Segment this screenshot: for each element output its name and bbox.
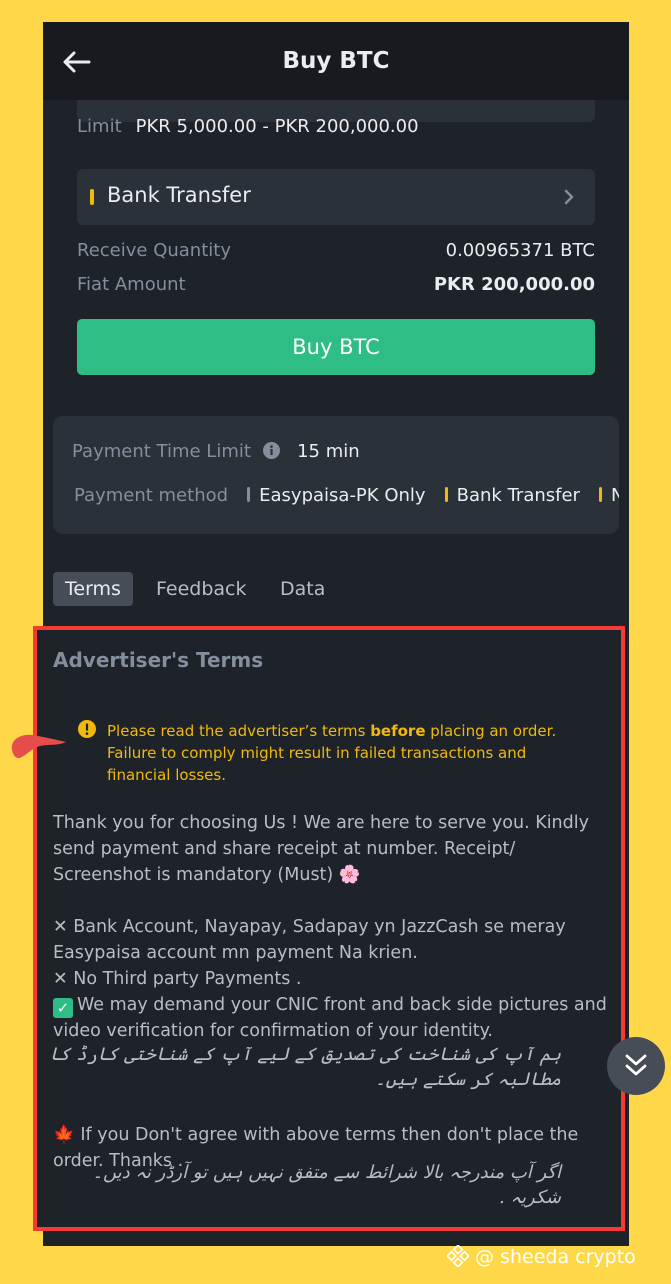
payment-method-chip: Easypaisa-PK Only xyxy=(247,485,426,506)
payment-time-limit-label: Payment Time Limit xyxy=(72,441,251,462)
red-marker-annotation xyxy=(11,734,66,759)
terms-warning: Please read the advertiser’s terms befor… xyxy=(107,722,557,784)
terms-paragraph-rules: ✕ Bank Account, Nayapay, Sadapay yn Jazz… xyxy=(53,914,608,1044)
ad-info-card: Payment Time Limit 15 min Payment method… xyxy=(53,416,619,534)
payment-method-selector[interactable]: Bank Transfer xyxy=(77,169,595,225)
payment-time-limit-value: 15 min xyxy=(297,441,360,462)
terms-urdu-disagree: اگر آپ مندرجہ بالا شرائط سے متفق نہیں ہی… xyxy=(92,1162,561,1208)
terms-paragraph-intro: Thank you for choosing Us ! We are here … xyxy=(53,813,589,885)
payment-method-selected: Bank Transfer xyxy=(107,183,251,207)
rule-cnic: ✓ We may demand your CNIC front and back … xyxy=(53,995,607,1041)
payment-methods-row: Payment method Easypaisa-PK Only Bank Tr… xyxy=(74,485,619,506)
payment-color-marker xyxy=(90,189,94,205)
fiat-amount-label: Fiat Amount xyxy=(77,274,186,295)
flower-icon: 🌸 xyxy=(338,865,361,885)
fiat-amount-row: Fiat Amount PKR 200,000.00 xyxy=(77,274,595,295)
info-icon[interactable] xyxy=(263,442,281,459)
chip-color-marker xyxy=(444,487,448,502)
maple-leaf-icon: 🍁 xyxy=(53,1125,75,1145)
watermark-text: @ sheeda crypto xyxy=(475,1246,636,1268)
rule-no-third-party: ✕ No Third party Payments . xyxy=(53,969,302,989)
rule-no-bank-account: ✕ Bank Account, Nayapay, Sadapay yn Jazz… xyxy=(53,917,566,963)
receive-quantity-value: 0.00965371 BTC xyxy=(445,240,595,261)
fiat-amount-value: PKR 200,000.00 xyxy=(433,274,595,295)
watermark: @ sheeda crypto xyxy=(447,1245,636,1268)
scroll-down-button[interactable] xyxy=(607,1037,665,1095)
warning-icon xyxy=(78,720,96,738)
terms-urdu-cnic: ہم آپ کی شناخت کی تصدیق کے لیے آپ کے شنا… xyxy=(49,1044,561,1090)
payment-method-chip: Na xyxy=(599,485,619,506)
page-title: Buy BTC xyxy=(282,48,390,74)
receive-quantity-label: Receive Quantity xyxy=(77,240,231,261)
limit-label: Limit xyxy=(77,116,122,137)
buy-btc-button[interactable]: Buy BTC xyxy=(77,319,595,375)
payment-time-limit-row: Payment Time Limit 15 min xyxy=(72,441,360,462)
tab-feedback[interactable]: Feedback xyxy=(144,572,258,606)
payment-method-chip: Bank Transfer xyxy=(444,485,580,506)
check-mark-icon: ✓ xyxy=(53,998,73,1018)
terms-heading: Advertiser's Terms xyxy=(53,648,264,672)
payment-method-label: Payment method xyxy=(74,485,229,506)
advertiser-terms-panel: Advertiser's Terms Please read the adver… xyxy=(33,626,625,1231)
double-chevron-down-icon xyxy=(625,1054,647,1076)
binance-logo-icon xyxy=(447,1245,469,1267)
top-bar: Buy BTC xyxy=(43,22,629,100)
receive-quantity-row: Receive Quantity 0.00965371 BTC xyxy=(77,240,595,261)
chip-color-marker xyxy=(247,487,251,502)
limit-row: Limit PKR 5,000.00 - PKR 200,000.00 xyxy=(77,116,419,137)
tab-terms[interactable]: Terms xyxy=(53,572,133,606)
chip-color-marker xyxy=(599,487,603,502)
chevron-right-icon xyxy=(564,189,574,205)
limit-value: PKR 5,000.00 - PKR 200,000.00 xyxy=(135,116,419,137)
tab-data[interactable]: Data xyxy=(268,572,337,606)
